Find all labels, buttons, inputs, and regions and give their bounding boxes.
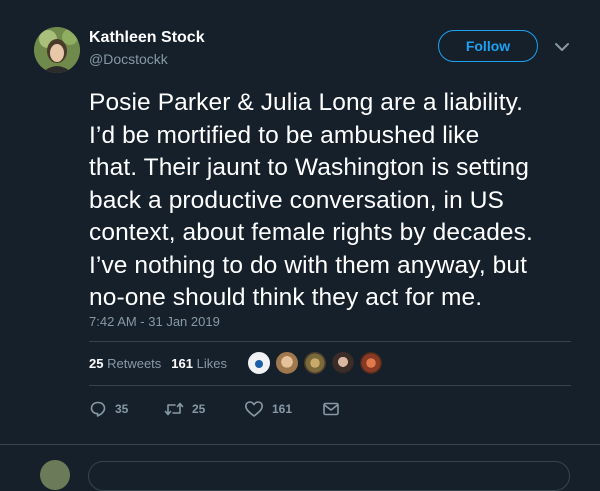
liker-avatar[interactable] bbox=[331, 351, 355, 375]
tweet-actions: 35 25 161 bbox=[89, 398, 389, 420]
retweets-label: Retweets bbox=[107, 356, 162, 371]
tweet-text: Posie Parker & Julia Long are a liabilit… bbox=[89, 87, 594, 315]
engagement-stats: 25 Retweets 161 Likes bbox=[89, 356, 227, 371]
current-user-avatar bbox=[40, 460, 70, 490]
tweet-text-line: Posie Parker & Julia Long are a liabilit… bbox=[89, 89, 524, 116]
reply-action[interactable]: 35 bbox=[89, 398, 128, 420]
tweet-text-line: I’d be mortified to be ambushed like bbox=[89, 121, 480, 149]
follow-button[interactable]: Follow bbox=[438, 30, 538, 62]
tweet-text-line: context, about female rights by decades. bbox=[89, 219, 533, 246]
reply-icon bbox=[90, 401, 106, 417]
reply-input[interactable] bbox=[88, 461, 570, 491]
caret-down-icon[interactable] bbox=[554, 40, 570, 52]
tweet-text-line: I’ve nothing to do with them anyway, but bbox=[89, 251, 527, 279]
liker-avatar[interactable] bbox=[303, 351, 327, 375]
divider bbox=[89, 341, 571, 342]
reply-count: 35 bbox=[115, 402, 129, 416]
liker-avatar[interactable] bbox=[359, 351, 383, 375]
tweet-text-line: no-one should think they act for me. bbox=[89, 284, 483, 311]
tweet-card: Kathleen Stock @Docstockk Follow Posie P… bbox=[0, 0, 600, 491]
like-action[interactable]: 161 bbox=[244, 398, 292, 420]
likes-stat[interactable]: 161 Likes bbox=[171, 356, 227, 371]
divider bbox=[89, 385, 571, 386]
tweet-timestamp[interactable]: 7:42 AM - 31 Jan 2019 bbox=[89, 314, 220, 329]
author-handle[interactable]: @Docstockk bbox=[89, 51, 168, 67]
liker-avatar[interactable] bbox=[247, 351, 271, 375]
author-avatar[interactable] bbox=[34, 27, 80, 73]
retweets-count: 25 bbox=[89, 356, 104, 371]
avatar-photo bbox=[34, 27, 80, 73]
like-count: 161 bbox=[272, 402, 293, 416]
retweet-count: 25 bbox=[192, 402, 206, 416]
liker-avatar[interactable] bbox=[275, 351, 299, 375]
divider bbox=[0, 444, 600, 445]
direct-message-action[interactable] bbox=[322, 398, 340, 420]
message-icon bbox=[323, 402, 339, 416]
retweets-stat[interactable]: 25 Retweets bbox=[89, 356, 161, 371]
likes-count: 161 bbox=[171, 356, 193, 371]
liker-avatars bbox=[247, 351, 387, 377]
tweet-text-line: back a productive conversation, in US bbox=[89, 186, 504, 214]
retweet-icon bbox=[164, 402, 184, 416]
likes-label: Likes bbox=[196, 356, 227, 371]
author-name[interactable]: Kathleen Stock bbox=[89, 29, 205, 47]
heart-icon bbox=[245, 401, 263, 417]
tweet-text-line: that. Their jaunt to Washington is setti… bbox=[89, 154, 529, 181]
retweet-action[interactable]: 25 bbox=[164, 398, 205, 420]
